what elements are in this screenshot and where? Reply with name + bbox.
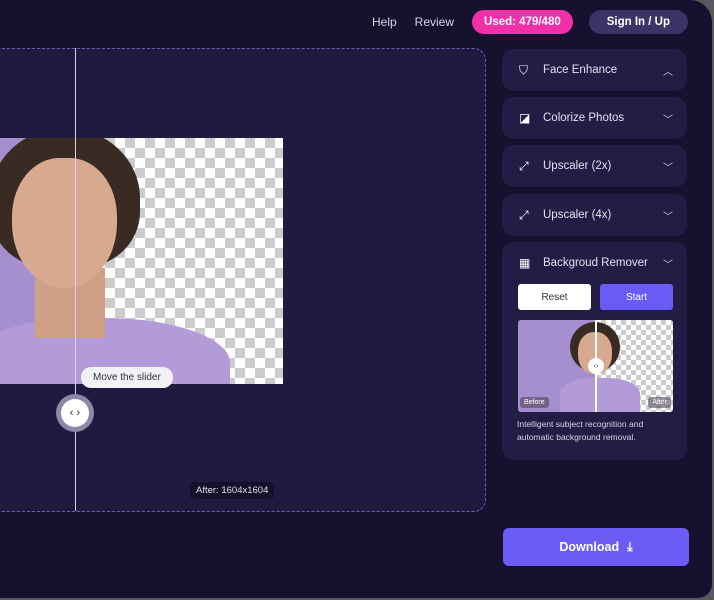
result-image <box>0 138 283 384</box>
reset-button[interactable]: Reset <box>518 284 591 310</box>
chevron-down-icon: ﹀ <box>663 211 673 223</box>
download-label: Download <box>559 540 620 554</box>
slider-tooltip: Move the slider <box>81 367 173 388</box>
sign-in-button[interactable]: Sign In / Up <box>588 10 688 34</box>
chevron-down-icon: ﹀ <box>663 162 673 174</box>
left-right-arrows-icon: ‹ › <box>61 399 89 427</box>
tool-label: Backgroud Remover <box>543 257 648 269</box>
help-link[interactable]: Help <box>372 15 397 29</box>
before-label: Before <box>520 397 549 408</box>
tool-label: Colorize Photos <box>543 112 625 124</box>
tool-label: Upscaler (2x) <box>543 160 612 172</box>
review-link[interactable]: Review <box>415 15 454 29</box>
tool-upscaler-2x[interactable]: ⤢ Upscaler (2x) ﹀ <box>502 145 687 187</box>
compare-divider[interactable] <box>75 48 76 511</box>
start-button[interactable]: Start <box>600 284 673 310</box>
face-enhance-icon: ⛉ <box>519 63 529 77</box>
checker-icon: ▦ <box>519 256 531 270</box>
after-label: After <box>648 397 671 408</box>
usage-badge: Used: 479/480 <box>472 10 573 34</box>
colorize-icon: ◪ <box>519 111 531 125</box>
download-icon: ⤓ <box>627 539 633 554</box>
after-size-label: After: 1604x1604 <box>190 482 275 499</box>
tool-colorize-photos[interactable]: ◪ Colorize Photos ﹀ <box>502 97 687 139</box>
app-window: Help Review Used: 479/480 Sign In / Up ‹… <box>0 0 712 598</box>
chevron-down-icon: ﹀ <box>663 114 673 126</box>
left-right-arrows-icon: ‹› <box>588 358 604 374</box>
tool-description: Intelligent subject recognition and auto… <box>517 419 644 442</box>
tool-background-remover: ▦ Backgroud Remover ﹀ Reset Start ‹› Before… <box>502 242 687 460</box>
preview-image: ‹› Before After <box>518 320 673 412</box>
tool-upscaler-4x[interactable]: ⤢ Upscaler (4x) ﹀ <box>502 194 687 236</box>
tool-label: Upscaler (4x) <box>543 209 612 221</box>
tool-label: Face Enhance <box>543 64 618 76</box>
chevron-down-icon[interactable]: ﹀ <box>663 256 673 271</box>
compare-slider-handle[interactable]: ‹ › <box>56 394 94 432</box>
upscale-icon: ⤢ <box>519 208 529 222</box>
tool-face-enhance[interactable]: ⛉ Face Enhance ︿ <box>502 49 687 91</box>
chevron-up-icon: ︿ <box>663 66 673 78</box>
top-nav: Help Review Used: 479/480 Sign In / Up <box>372 10 688 34</box>
download-button[interactable]: Download ⤓ <box>503 528 689 566</box>
upscale-icon: ⤢ <box>519 159 529 173</box>
